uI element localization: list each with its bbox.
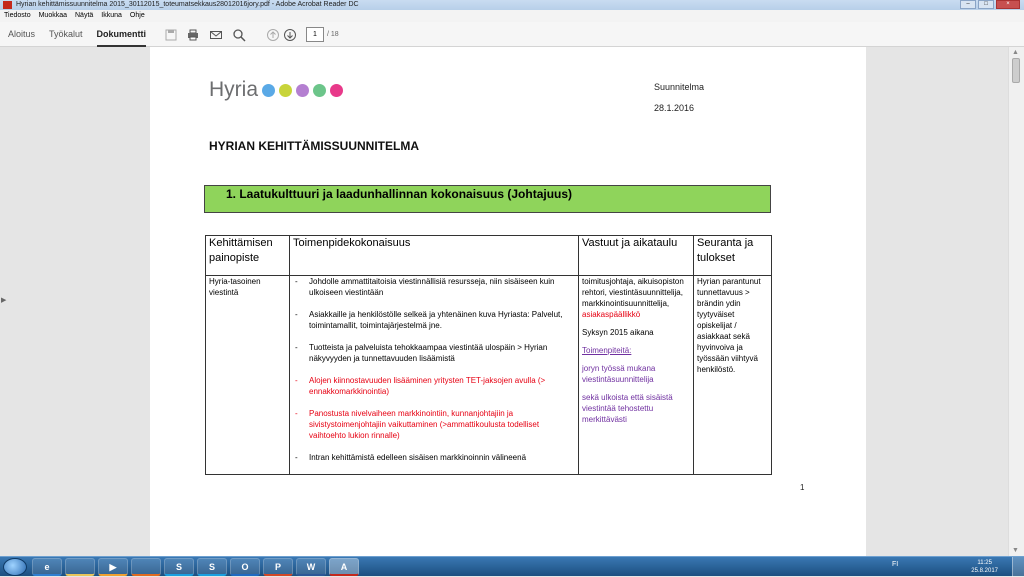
window-titlebar[interactable]: Hyrian kehittämissuunnitelma 2015_301120… (0, 0, 1024, 10)
document-meta: Suunnitelma 28.1.2016 (654, 77, 704, 119)
menu-help[interactable]: Ohje (130, 10, 145, 22)
measure-item: sekä ulkoista että sisäistä viestintää t… (582, 393, 673, 424)
column-header: Toimenpidekokonaisuus (289, 235, 579, 276)
document-date: 28.1.2016 (654, 103, 695, 113)
menu-file[interactable]: Tiedosto (4, 10, 31, 22)
hyria-logo: Hyria (209, 78, 344, 102)
menu-edit[interactable]: Muokkaa (39, 10, 67, 22)
focus-cell: Hyria-tasoinen viestintä (205, 275, 290, 475)
scroll-thumb[interactable] (1012, 58, 1020, 83)
menu-view[interactable]: Näytä (75, 10, 93, 22)
acrobat-app-icon (3, 1, 12, 9)
system-clock[interactable]: 11:25 25.8.2017 (971, 559, 998, 575)
logo-dot (330, 83, 344, 97)
taskbar-file-explorer-icon[interactable] (65, 558, 95, 576)
logo-dot (296, 83, 310, 97)
vertical-scrollbar[interactable]: ▲ ▼ (1008, 47, 1024, 556)
measures-label: Toimenpiteitä: (582, 346, 632, 355)
action-item: Tuotteista ja palveluista tehokkaampaa v… (293, 342, 575, 364)
document-page: Hyria Suunnitelma 28.1.2016 HYRIAN KEHIT… (150, 47, 866, 556)
scroll-up-icon[interactable]: ▲ (1012, 49, 1019, 56)
maximize-button[interactable]: □ (978, 0, 994, 9)
table-header-row: Kehittämisen painopiste Toimenpidekokona… (205, 235, 772, 276)
toolbar: Aloitus Työkalut Dokumentti 1 / 18 (0, 22, 1024, 47)
action-item: Johdolle ammattitaitoisia viestinnällisi… (293, 276, 575, 298)
action-item: Alojen kiinnostavuuden lisääminen yritys… (293, 375, 575, 397)
results-cell: Hyrian parantunut tunnettavuus > brändin… (693, 275, 772, 475)
taskbar-internet-explorer-icon[interactable]: e (32, 558, 62, 576)
schedule-text: Syksyn 2015 aikana (582, 328, 654, 337)
windows-taskbar: e ▶ S S O P W A FI 11:25 25.8.2017 (0, 556, 1024, 577)
save-icon[interactable] (164, 28, 178, 42)
show-desktop-button[interactable] (1012, 557, 1024, 577)
responsible-roles: toimitusjohtaja, aikuisopiston rehtori, … (582, 277, 684, 308)
action-item: Intran kehittämistä edelleen sisäisen ma… (293, 452, 575, 463)
document-type: Suunnitelma (654, 82, 705, 92)
page-number-input[interactable]: 1 (306, 27, 324, 42)
logo-dot (279, 83, 293, 97)
responsibility-cell: toimitusjohtaja, aikuisopiston rehtori, … (578, 275, 694, 475)
scroll-down-icon[interactable]: ▼ (1012, 547, 1019, 554)
taskbar-skype-icon[interactable]: S (164, 558, 194, 576)
taskbar-firefox-icon[interactable] (131, 558, 161, 576)
clock-time: 11:25 (977, 560, 992, 566)
minimize-button[interactable]: – (960, 0, 976, 9)
column-header: Seuranta ja tulokset (693, 235, 772, 276)
page-up-icon[interactable] (266, 28, 280, 42)
left-panel-toggle-icon[interactable]: ▶ (1, 296, 6, 304)
action-item: Panostusta nivelvaiheen markkinointiin, … (293, 408, 575, 441)
tab-home[interactable]: Aloitus (8, 22, 35, 47)
logo-dot (313, 83, 327, 97)
section-heading: 1. Laatukulttuuri ja laadunhallinnan kok… (204, 185, 771, 213)
taskbar-acrobat-icon[interactable]: A (329, 558, 359, 576)
development-plan-table: Kehittämisen painopiste Toimenpidekokona… (205, 235, 772, 475)
logo-dot (262, 83, 276, 97)
search-icon[interactable] (232, 28, 246, 42)
start-button[interactable] (3, 558, 27, 576)
taskbar-media-player-icon[interactable]: ▶ (98, 558, 128, 576)
tab-document[interactable]: Dokumentti (96, 22, 146, 47)
measure-item: joryn työssä mukana viestintäsuunnitteli… (582, 364, 656, 384)
tray-language[interactable]: FI (892, 561, 898, 568)
actions-cell: Johdolle ammattitaitoisia viestinnällisi… (289, 275, 579, 475)
document-title: HYRIAN KEHITTÄMISSUUNNITELMA (209, 139, 419, 153)
column-header: Kehittämisen painopiste (205, 235, 290, 276)
actions-list: Johdolle ammattitaitoisia viestinnällisi… (293, 276, 575, 463)
close-button[interactable]: × (996, 0, 1020, 9)
page-total: / 18 (327, 31, 339, 38)
taskbar-word-icon[interactable]: W (296, 558, 326, 576)
taskbar-skype-business-icon[interactable]: S (197, 558, 227, 576)
table-row: Hyria-tasoinen viestintä Johdolle ammatt… (205, 275, 772, 475)
print-icon[interactable] (186, 28, 200, 42)
page-down-icon[interactable] (283, 28, 297, 42)
email-icon[interactable] (209, 28, 223, 42)
window-title: Hyrian kehittämissuunnitelma 2015_301120… (16, 1, 359, 8)
menu-window[interactable]: Ikkuna (101, 10, 122, 22)
menu-bar: Tiedosto Muokkaa Näytä Ikkuna Ohje (0, 10, 1024, 22)
taskbar-outlook-icon[interactable]: O (230, 558, 260, 576)
responsible-role-red: asiakaspäällikkö (582, 310, 641, 319)
action-item: Asiakkaille ja henkilöstölle selkeä ja y… (293, 309, 575, 331)
page-footer-number: 1 (800, 483, 805, 492)
taskbar-powerpoint-icon[interactable]: P (263, 558, 293, 576)
clock-date: 25.8.2017 (971, 568, 998, 574)
column-header: Vastuut ja aikataulu (578, 235, 694, 276)
tab-tools[interactable]: Työkalut (49, 22, 83, 47)
